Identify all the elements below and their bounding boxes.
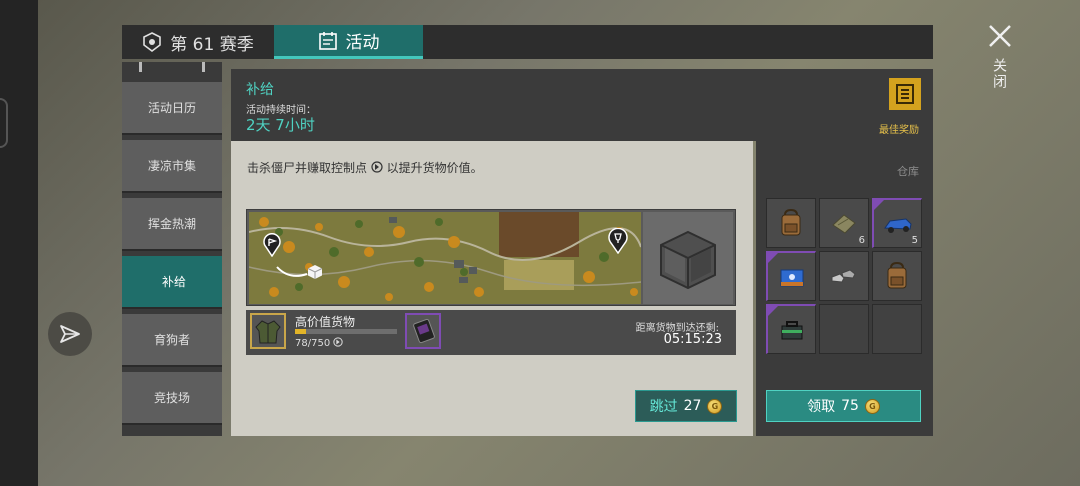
sidebar-item-bleak-market[interactable]: 凄凉市集 bbox=[122, 140, 222, 193]
cargo-position-marker bbox=[307, 264, 323, 284]
blue-case-icon bbox=[780, 269, 804, 287]
toolbox-icon bbox=[781, 321, 803, 340]
claim-button[interactable]: 领取 75 G bbox=[766, 390, 921, 422]
warehouse-slot-empty bbox=[872, 304, 922, 354]
claim-button-label: 领取 bbox=[807, 399, 836, 415]
remaining-time-value: 05:15:23 bbox=[663, 332, 722, 347]
cargo-label: 高价值货物 bbox=[295, 315, 356, 329]
warehouse-slot[interactable]: 6 bbox=[819, 198, 869, 248]
map-terrain bbox=[249, 212, 641, 304]
close-button[interactable] bbox=[986, 22, 1014, 50]
tab-activity[interactable]: 活动 bbox=[274, 25, 423, 59]
event-description: 击杀僵尸并赚取控制点 以提升货物价值。 bbox=[247, 159, 483, 176]
best-reward-label: 最佳奖励 bbox=[879, 125, 919, 136]
event-title: 补给 bbox=[246, 82, 274, 98]
blue-vehicle-icon bbox=[884, 218, 912, 233]
jacket-icon bbox=[255, 320, 281, 344]
warehouse-slot[interactable] bbox=[872, 251, 922, 301]
warehouse-slot[interactable]: 5 bbox=[872, 198, 922, 248]
paper-plane-icon bbox=[60, 325, 80, 343]
event-header bbox=[231, 69, 933, 141]
sidebar-item-label: 凄凉市集 bbox=[147, 159, 196, 173]
season-badge-icon bbox=[143, 32, 162, 52]
control-point-icon bbox=[371, 161, 383, 173]
warehouse-label: 仓库 bbox=[897, 165, 919, 178]
map-pin-flag-icon bbox=[263, 232, 281, 258]
skip-button[interactable]: 跳过 27 G bbox=[635, 390, 737, 422]
backpack-icon bbox=[887, 261, 907, 289]
tablet-device-icon bbox=[413, 318, 435, 344]
description-suffix: 以提升货物价值。 bbox=[386, 161, 483, 175]
sidebar-pin bbox=[202, 62, 205, 72]
crate-icon bbox=[660, 230, 716, 290]
sidebar-pin bbox=[139, 62, 142, 72]
edge-handle[interactable] bbox=[0, 98, 8, 148]
calendar-icon bbox=[318, 31, 337, 50]
gold-coin-icon: G bbox=[707, 398, 723, 414]
tab-season-label: 第 61 赛季 bbox=[170, 34, 254, 55]
sidebar-item-label: 挥金热潮 bbox=[147, 217, 196, 231]
cargo-box-icon bbox=[307, 265, 323, 279]
claim-cost: 75 bbox=[841, 398, 859, 414]
bonus-item-slot[interactable] bbox=[405, 313, 441, 349]
destination-marker[interactable] bbox=[607, 227, 629, 258]
description-text: 击杀僵尸并赚取控制点 bbox=[247, 161, 368, 175]
cargo-progress-track bbox=[295, 329, 397, 334]
warehouse-slot[interactable] bbox=[766, 304, 816, 354]
cargo-crate-preview bbox=[643, 212, 733, 304]
sidebar-item-event-calendar[interactable]: 活动日历 bbox=[122, 82, 222, 135]
cargo-count-text: 78/750 bbox=[295, 338, 331, 349]
cargo-count: 78/750 bbox=[295, 337, 344, 349]
tab-season[interactable]: 第 61 赛季 bbox=[122, 25, 274, 59]
backpack-icon bbox=[781, 208, 801, 236]
sidebar-item-supply[interactable]: 补给 bbox=[122, 256, 222, 309]
skip-cost: 27 bbox=[683, 398, 702, 414]
sidebar-item-label: 竞技场 bbox=[153, 391, 190, 405]
event-sidebar: 活动日历 凄凉市集 挥金热潮 补给 育狗者 竞技场 bbox=[122, 62, 222, 436]
sidebar-item-label: 活动日历 bbox=[147, 101, 196, 115]
sidebar-item-label: 育狗者 bbox=[153, 333, 190, 347]
cargo-item-slot[interactable] bbox=[250, 313, 286, 349]
duration-value: 2天 7小时 bbox=[246, 116, 315, 134]
sidebar-item-arena[interactable]: 竞技场 bbox=[122, 372, 222, 425]
sidebar-item-dog-breeder[interactable]: 育狗者 bbox=[122, 314, 222, 367]
share-button[interactable] bbox=[48, 312, 92, 356]
warehouse-slot[interactable] bbox=[819, 251, 869, 301]
close-label: 关闭 bbox=[991, 58, 1007, 90]
sidebar-item-label: 补给 bbox=[161, 275, 186, 289]
item-count: 6 bbox=[858, 235, 865, 246]
item-count: 5 bbox=[911, 235, 918, 246]
warehouse-slot-empty bbox=[819, 304, 869, 354]
map-pin-destination-icon bbox=[608, 227, 628, 255]
system-edge-bar bbox=[0, 0, 38, 486]
cargo-progress-fill bbox=[295, 329, 306, 334]
warehouse-slot[interactable] bbox=[766, 251, 816, 301]
best-reward-button[interactable] bbox=[889, 78, 921, 110]
sneakers-icon bbox=[831, 269, 856, 283]
start-flag-marker[interactable] bbox=[262, 232, 282, 261]
close-icon bbox=[989, 25, 1011, 47]
control-point-icon bbox=[333, 337, 344, 347]
warehouse-slot[interactable] bbox=[766, 198, 816, 248]
reward-list-icon bbox=[896, 84, 914, 104]
cloth-bundle-icon bbox=[832, 214, 856, 234]
tab-activity-label: 活动 bbox=[345, 33, 380, 53]
skip-button-label: 跳过 bbox=[649, 399, 678, 415]
gold-coin-icon: G bbox=[864, 398, 880, 414]
route-map bbox=[249, 212, 641, 304]
sidebar-item-spending-spree[interactable]: 挥金热潮 bbox=[122, 198, 222, 251]
